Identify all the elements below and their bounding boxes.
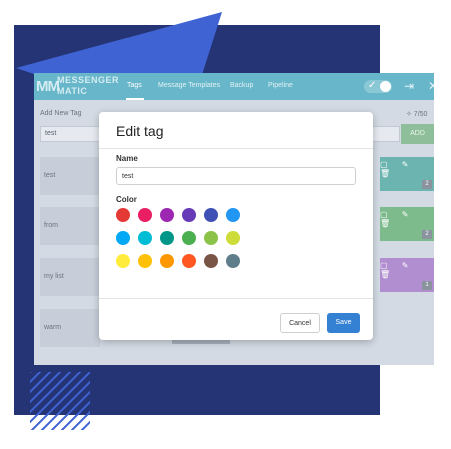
active-tab-indicator [126, 98, 144, 100]
color-swatch[interactable] [116, 231, 130, 245]
tag-row[interactable]: warm [40, 309, 100, 347]
color-swatch[interactable] [226, 254, 240, 268]
color-swatch[interactable] [116, 254, 130, 268]
color-swatch[interactable] [182, 231, 196, 245]
power-toggle[interactable]: ✓ [364, 80, 392, 93]
nav-tab-backup[interactable]: Backup [230, 82, 253, 89]
edit-tag-modal: Edit tag Name Color Cancel Save [99, 112, 373, 340]
color-swatch[interactable] [116, 208, 130, 222]
tag-count: ✧ 7/50 [406, 111, 428, 118]
tag-card-green[interactable]: ▢ ✎ 🗑 2 [380, 207, 434, 241]
color-swatch[interactable] [226, 208, 240, 222]
color-swatch[interactable] [138, 208, 152, 222]
save-button[interactable]: Save [327, 313, 360, 333]
color-swatch[interactable] [160, 254, 174, 268]
top-navbar: MM MESSENGER MATIC Tags Message Template… [34, 73, 434, 100]
tag-card-icons[interactable]: ▢ ✎ 🗑 [380, 261, 434, 279]
tag-name-input[interactable] [116, 167, 356, 185]
color-swatch[interactable] [138, 254, 152, 268]
color-swatch[interactable] [204, 254, 218, 268]
tag-card-teal[interactable]: ▢ ✎ 🗑 2 [380, 157, 434, 191]
color-swatch[interactable] [160, 208, 174, 222]
logo-text: MESSENGER MATIC [57, 75, 119, 97]
nav-tab-message-templates[interactable]: Message Templates [158, 82, 220, 89]
tag-row[interactable]: from [40, 207, 100, 245]
color-swatch[interactable] [138, 231, 152, 245]
name-label: Name [116, 154, 138, 163]
logo-line-2: MATIC [57, 86, 88, 96]
tag-card-purple[interactable]: ▢ ✎ 🗑 1 [380, 258, 434, 292]
close-icon[interactable]: ✕ [428, 79, 434, 93]
toggle-knob [380, 81, 391, 92]
tag-card-icons[interactable]: ▢ ✎ 🗑 [380, 210, 434, 228]
tag-count-badge: 2 [422, 230, 432, 239]
color-swatch[interactable] [226, 231, 240, 245]
tag-row[interactable]: my list [40, 258, 100, 296]
cancel-button[interactable]: Cancel [280, 313, 320, 333]
color-swatch[interactable] [204, 208, 218, 222]
nav-tab-tags[interactable]: Tags [127, 82, 142, 89]
logo-line-1: MESSENGER [57, 75, 120, 85]
color-label: Color [116, 195, 137, 204]
logo-mark: MM [36, 78, 60, 95]
tag-card-icons[interactable]: ▢ ✎ 🗑 [380, 160, 434, 178]
modal-divider [99, 148, 373, 149]
add-new-tag-label: Add New Tag [40, 110, 82, 117]
tag-row[interactable]: test [40, 157, 100, 195]
modal-footer-divider [99, 298, 373, 299]
add-tag-button[interactable]: ADD [401, 124, 434, 144]
color-swatch[interactable] [182, 254, 196, 268]
color-swatch[interactable] [160, 231, 174, 245]
tag-count-badge: 1 [422, 281, 432, 290]
export-icon[interactable]: ⇥ [404, 79, 414, 93]
modal-title: Edit tag [116, 123, 164, 139]
color-swatch[interactable] [204, 231, 218, 245]
nav-tab-pipeline[interactable]: Pipeline [268, 82, 293, 89]
tag-count-badge: 2 [422, 180, 432, 189]
color-swatch[interactable] [182, 208, 196, 222]
check-icon: ✓ [368, 80, 377, 91]
